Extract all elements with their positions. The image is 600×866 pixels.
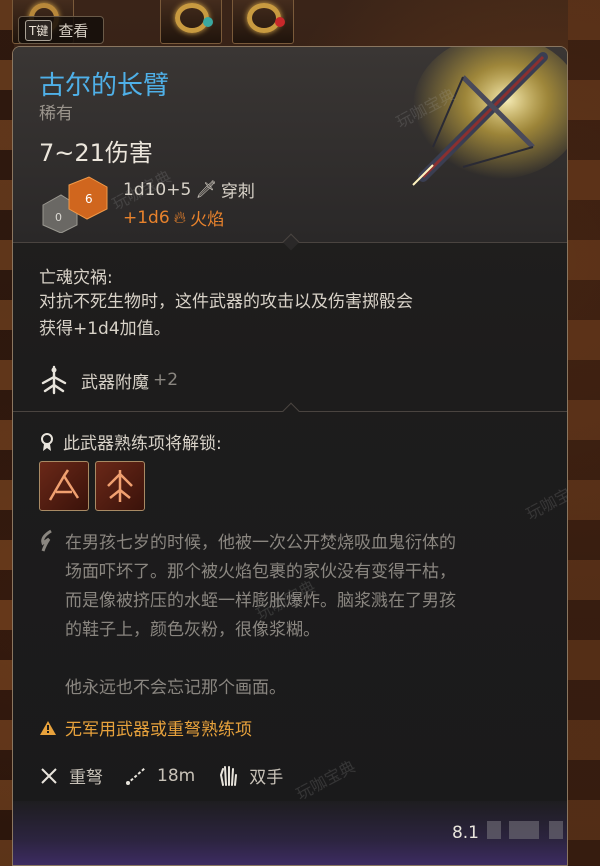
- enchantment-label: 武器附魔: [81, 372, 149, 393]
- watermark: 玩咖宝典: [522, 476, 568, 524]
- gem-icon: [203, 17, 213, 27]
- enchantment-icon: [41, 365, 67, 395]
- view-label: 查看: [58, 21, 89, 40]
- enchantment-value: +2: [153, 370, 179, 390]
- dice-icon: 0 6: [42, 176, 108, 233]
- property-handedness-label: 双手: [249, 768, 284, 788]
- item-weight: 8.1: [451, 823, 479, 843]
- warning-text: 无军用武器或重弩熟练项: [65, 720, 252, 740]
- lore-line: 场面吓坏了。那个被火焰包裹的家伙没有变得干枯，: [65, 562, 456, 582]
- property-range: 18m: [125, 766, 195, 786]
- background-right-edge: [568, 0, 600, 866]
- damage-bonus-row: +1d6 🔥︎ 火焰: [123, 205, 225, 231]
- proficiency-label: 此武器熟练项将解锁:: [63, 434, 222, 454]
- damage-range: 7~21伤害: [39, 139, 153, 167]
- gem-icon: [275, 17, 285, 27]
- warning-icon: [40, 720, 56, 735]
- damage-bonus-dice: +1d6: [123, 207, 170, 228]
- weapon-action-icon[interactable]: [39, 461, 89, 511]
- effect-line: 对抗不死生物时，这件武器的攻击以及伤害掷骰会: [39, 292, 413, 312]
- obscured-value: [487, 821, 501, 839]
- property-weapon-type: 重弩: [39, 763, 103, 788]
- inventory-slot-ring-1[interactable]: [160, 0, 222, 44]
- tooltip-footer: 8.1: [13, 801, 567, 865]
- crossed-bolts-icon: [41, 767, 57, 784]
- proficiency-icon: [41, 432, 53, 451]
- effect-title: 亡魂灾祸:: [39, 268, 113, 288]
- keybind-badge: T键: [25, 19, 53, 41]
- effect-line: 获得+1d4加值。: [39, 319, 171, 339]
- lore-line: 在男孩七岁的时候，他被一次公开焚烧吸血鬼衍体的: [65, 533, 456, 553]
- svg-text:6: 6: [85, 192, 93, 206]
- svg-text:0: 0: [55, 211, 62, 224]
- obscured-value: [549, 821, 563, 839]
- proficiency-unlock-row: 此武器熟练项将解锁:: [39, 429, 222, 454]
- property-range-label: 18m: [157, 765, 196, 786]
- lore-line: 的鞋子上，颜色灰粉，很像浆糊。: [65, 620, 320, 640]
- watermark: 玩咖宝典: [292, 756, 359, 804]
- item-tooltip: 古尔的长臂 稀有 7~21伤害 0 6 1d10+5 🗡︎ 穿刺 +1d6 🔥︎…: [12, 46, 568, 866]
- obscured-value: [509, 821, 539, 839]
- property-weapon-type-label: 重弩: [69, 768, 103, 788]
- fire-icon: 🔥︎: [173, 207, 187, 228]
- two-handed-icon: [220, 765, 238, 786]
- piercing-icon: 🗡︎: [195, 179, 217, 200]
- inventory-slot-ring-2[interactable]: [232, 0, 294, 44]
- lore-text: 在男孩七岁的时候，他被一次公开焚烧吸血鬼衍体的 场面吓坏了。那个被火焰包裹的家伙…: [65, 529, 545, 703]
- divider-notch: [282, 402, 300, 420]
- enchantment-row: 武器附魔 +2: [39, 365, 178, 395]
- lore-quill-icon: [41, 529, 52, 552]
- effect-description: 对抗不死生物时，这件武器的攻击以及伤害掷骰会 获得+1d4加值。: [39, 289, 539, 343]
- damage-bonus-type: 火焰: [190, 210, 225, 230]
- lore-line: 他永远也不会忘记那个画面。: [65, 678, 286, 698]
- proficiency-warning: 无军用武器或重弩熟练项: [39, 715, 252, 740]
- view-key-button[interactable]: T键 查看: [18, 16, 104, 44]
- weapon-action-icon[interactable]: [95, 461, 145, 511]
- item-name: 古尔的长臂: [39, 71, 170, 101]
- item-rarity: 稀有: [39, 104, 73, 124]
- weapon-properties: 重弩 18m 双手: [39, 763, 305, 788]
- damage-primary-type: 穿刺: [220, 182, 255, 202]
- property-handedness: 双手: [217, 763, 283, 788]
- range-icon: [126, 766, 146, 785]
